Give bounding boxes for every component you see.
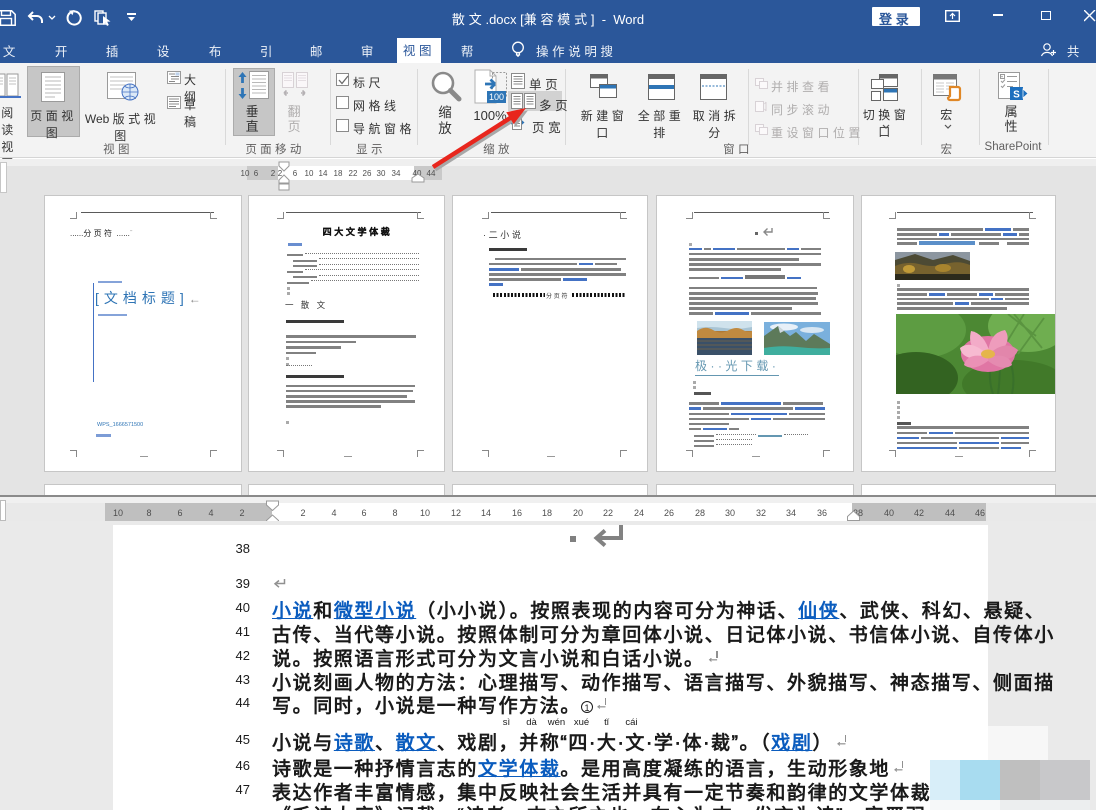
svg-text:S: S [1013, 90, 1020, 101]
svg-text:100: 100 [489, 92, 504, 102]
